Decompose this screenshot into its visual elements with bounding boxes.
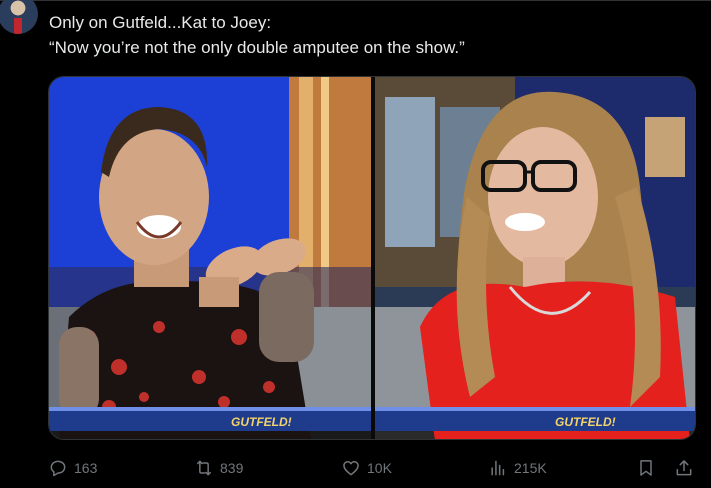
media-image-left[interactable]: GUTFELD! xyxy=(49,77,371,439)
media-image-right[interactable]: GUTFELD! xyxy=(375,77,695,439)
reply-count: 163 xyxy=(74,460,98,476)
tweet-text: Only on Gutfeld...Kat to Joey: “Now you’… xyxy=(49,10,689,60)
share-icon xyxy=(676,460,692,476)
tweet-text-line-2: “Now you’re not the only double amputee … xyxy=(49,38,465,57)
bookmark-button[interactable] xyxy=(636,455,656,481)
right-panel-illustration: GUTFELD! xyxy=(375,77,695,439)
banner-right-text: GUTFELD! xyxy=(555,415,616,429)
repost-count: 839 xyxy=(220,460,244,476)
reply-icon xyxy=(50,460,66,477)
share-button[interactable] xyxy=(674,455,694,481)
bookmark-icon xyxy=(640,460,652,476)
reply-button[interactable]: 163 xyxy=(48,455,97,481)
like-count: 10K xyxy=(367,460,392,476)
left-panel-illustration: GUTFELD! xyxy=(49,77,371,439)
banner-left-text: GUTFELD! xyxy=(231,415,292,429)
like-button[interactable]: 10K xyxy=(341,455,392,481)
repost-button[interactable]: 839 xyxy=(194,455,243,481)
views-button[interactable]: 215K xyxy=(488,455,547,481)
views-count: 215K xyxy=(514,460,547,476)
repost-icon xyxy=(197,460,211,476)
tweet-actions: 163 839 10K 215K xyxy=(48,455,698,481)
like-icon xyxy=(343,461,359,476)
views-icon xyxy=(491,460,505,476)
top-divider xyxy=(0,0,711,1)
tweet-media[interactable]: GUTFELD! GUTFELD! xyxy=(48,76,696,440)
avatar[interactable] xyxy=(0,0,38,34)
tweet-text-line-1: Only on Gutfeld...Kat to Joey: xyxy=(49,13,272,32)
